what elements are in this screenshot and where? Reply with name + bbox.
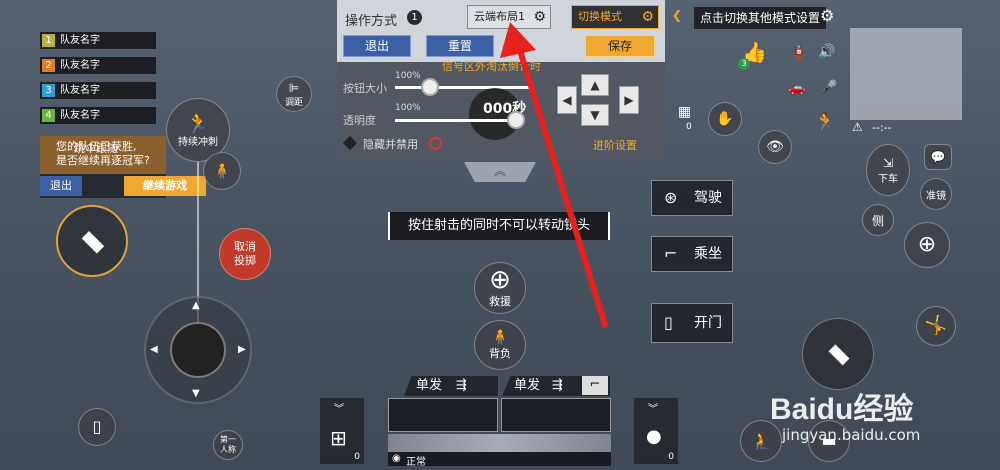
red-arrow-annotation xyxy=(500,22,608,328)
